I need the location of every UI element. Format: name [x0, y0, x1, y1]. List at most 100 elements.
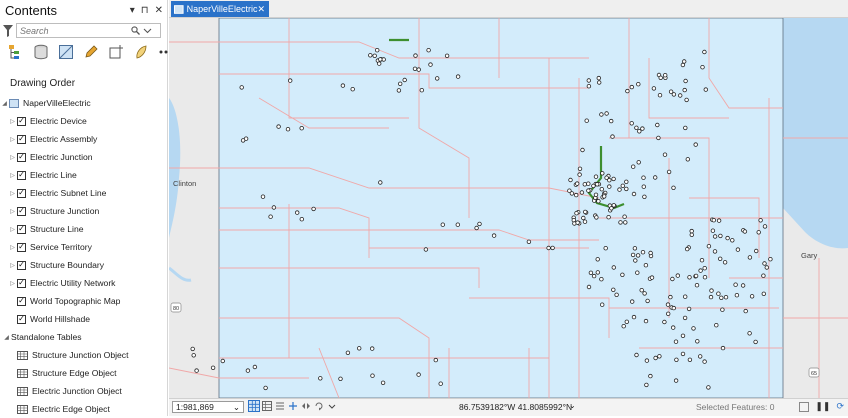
table-item[interactable]: Structure Junction Object — [0, 346, 168, 364]
expand-arrow-icon[interactable]: ▷ — [8, 136, 17, 143]
layer-item[interactable]: ▷ ✓ Structure Junction — [0, 202, 168, 220]
electric-device-point — [625, 88, 630, 94]
table-item[interactable]: Electric Junction Object — [0, 382, 168, 400]
list-by-drawing-order-icon[interactable] — [8, 44, 24, 60]
coordinates-dropdown-icon[interactable]: ⌄ — [569, 401, 576, 410]
expand-arrow-icon[interactable]: ▷ — [8, 154, 17, 161]
map-view[interactable]: Clinton Gary 80 65 — [169, 18, 848, 398]
expand-arrow-icon[interactable]: ▷ — [8, 244, 17, 251]
layer-item[interactable]: ▷ ✓ Structure Boundary — [0, 256, 168, 274]
electric-device-point — [629, 121, 634, 126]
electric-device-point — [609, 118, 614, 124]
layer-visibility-checkbox[interactable]: ✓ — [17, 206, 26, 216]
electric-device-point — [586, 284, 592, 290]
layer-item[interactable]: ▷ ✓ Electric Junction — [0, 148, 168, 166]
electric-device-point — [299, 125, 304, 131]
scale-selector[interactable]: 1:981,869 ⌄ — [172, 401, 244, 413]
layer-item[interactable]: ▷ ✓ Electric Assembly — [0, 130, 168, 148]
electric-device-point — [604, 111, 609, 116]
electric-device-point — [577, 172, 582, 177]
filter-icon[interactable] — [3, 25, 13, 37]
pin-icon[interactable]: ⊓ — [141, 5, 149, 16]
options-dropdown-icon[interactable]: ▾ — [130, 5, 135, 16]
collapse-arrow-icon[interactable]: ◢ — [0, 100, 9, 107]
layer-item[interactable]: ▷ ✓ Electric Device — [0, 112, 168, 130]
map-view-tab[interactable]: NaperVilleElectric ✕ — [171, 1, 269, 17]
layer-visibility-checkbox[interactable]: ✓ — [17, 134, 26, 144]
close-icon[interactable]: ✕ — [155, 5, 163, 16]
electric-device-point — [635, 253, 641, 258]
layer-visibility-checkbox[interactable]: ✓ — [17, 278, 26, 288]
clear-selection-icon[interactable] — [799, 402, 810, 412]
electric-device-point — [586, 188, 591, 193]
list-by-data-source-icon[interactable] — [33, 44, 49, 60]
expand-arrow-icon[interactable]: ▷ — [8, 262, 17, 269]
electric-device-point — [276, 124, 281, 129]
close-tab-icon[interactable]: ✕ — [257, 4, 265, 15]
chevron-down-icon[interactable]: ⌄ — [233, 402, 240, 413]
standalone-tables-group[interactable]: ◢ Standalone Tables — [0, 328, 168, 346]
pause-icon[interactable]: ❚❚ — [815, 401, 830, 412]
expand-arrow-icon[interactable]: ▷ — [8, 118, 17, 125]
electric-device-point — [648, 250, 653, 256]
refresh-icon[interactable]: ⟳ — [836, 401, 844, 412]
basemap-item[interactable]: ✓ World Topographic Map — [0, 292, 168, 310]
electric-device-point — [444, 53, 450, 58]
expand-arrow-icon[interactable]: ▷ — [8, 190, 17, 197]
list-by-labeling-icon[interactable] — [133, 44, 149, 60]
electric-device-point — [649, 275, 655, 280]
layer-visibility-checkbox[interactable]: ✓ — [17, 152, 26, 162]
grid-icon[interactable] — [248, 400, 260, 412]
search-icon[interactable] — [131, 26, 140, 35]
electric-device-point — [740, 283, 746, 288]
electric-device-point — [742, 229, 748, 234]
expand-arrow-icon[interactable]: ▷ — [8, 280, 17, 287]
layer-visibility-checkbox[interactable]: ✓ — [17, 170, 26, 180]
map-canvas[interactable]: Clinton Gary 80 65 — [169, 18, 848, 398]
electric-device-point — [618, 220, 623, 225]
expand-arrow-icon[interactable]: ▷ — [8, 172, 17, 179]
layer-item[interactable]: ▷ ✓ Electric Utility Network — [0, 274, 168, 292]
dropdown-chevron-icon[interactable] — [327, 401, 337, 411]
list-by-snapping-icon[interactable] — [108, 44, 124, 60]
electric-device-point — [631, 164, 636, 169]
collapse-arrow-icon[interactable]: ◢ — [2, 334, 11, 341]
expand-arrow-icon[interactable]: ▷ — [8, 208, 17, 215]
electric-device-point — [651, 86, 657, 91]
layer-item[interactable]: ▷ ✓ Electric Line — [0, 166, 168, 184]
basemap-visibility-checkbox[interactable]: ✓ — [17, 296, 26, 306]
layer-label: Structure Junction — [30, 206, 100, 216]
table-icon[interactable] — [262, 401, 272, 411]
search-field[interactable] — [16, 23, 161, 38]
table-icon — [17, 368, 28, 378]
electric-device-point — [680, 351, 686, 357]
electric-device-point — [666, 169, 672, 175]
map-item[interactable]: ◢ NaperVilleElectric — [0, 94, 168, 112]
table-item[interactable]: Structure Edge Object — [0, 364, 168, 382]
distribute-icon[interactable] — [275, 401, 285, 411]
pause-drawing-icon[interactable] — [301, 401, 311, 411]
layer-item[interactable]: ▷ ✓ Structure Line — [0, 220, 168, 238]
snapping-icon[interactable] — [288, 401, 298, 411]
basemap-label: World Topographic Map — [30, 296, 121, 306]
electric-device-point — [550, 245, 555, 251]
layer-item[interactable]: ▷ ✓ Electric Subnet Line — [0, 184, 168, 202]
list-by-editing-icon[interactable] — [83, 44, 99, 60]
electric-device-point — [699, 257, 705, 263]
chevron-down-icon[interactable] — [143, 26, 152, 35]
layer-visibility-checkbox[interactable]: ✓ — [17, 224, 26, 234]
list-by-selection-icon[interactable] — [58, 44, 74, 60]
basemap-visibility-checkbox[interactable]: ✓ — [17, 314, 26, 324]
layer-visibility-checkbox[interactable]: ✓ — [17, 242, 26, 252]
layer-visibility-checkbox[interactable]: ✓ — [17, 188, 26, 198]
table-item[interactable]: Electric Edge Object — [0, 400, 168, 418]
layer-item[interactable]: ▷ ✓ Service Territory — [0, 238, 168, 256]
electric-device-point — [761, 273, 766, 278]
layer-visibility-checkbox[interactable]: ✓ — [17, 116, 26, 126]
expand-arrow-icon[interactable]: ▷ — [8, 226, 17, 233]
layer-visibility-checkbox[interactable]: ✓ — [17, 260, 26, 270]
rotate-icon[interactable] — [314, 401, 324, 411]
basemap-item[interactable]: ✓ World Hillshade — [0, 310, 168, 328]
search-input[interactable] — [17, 25, 131, 36]
electric-device-point — [639, 288, 644, 293]
